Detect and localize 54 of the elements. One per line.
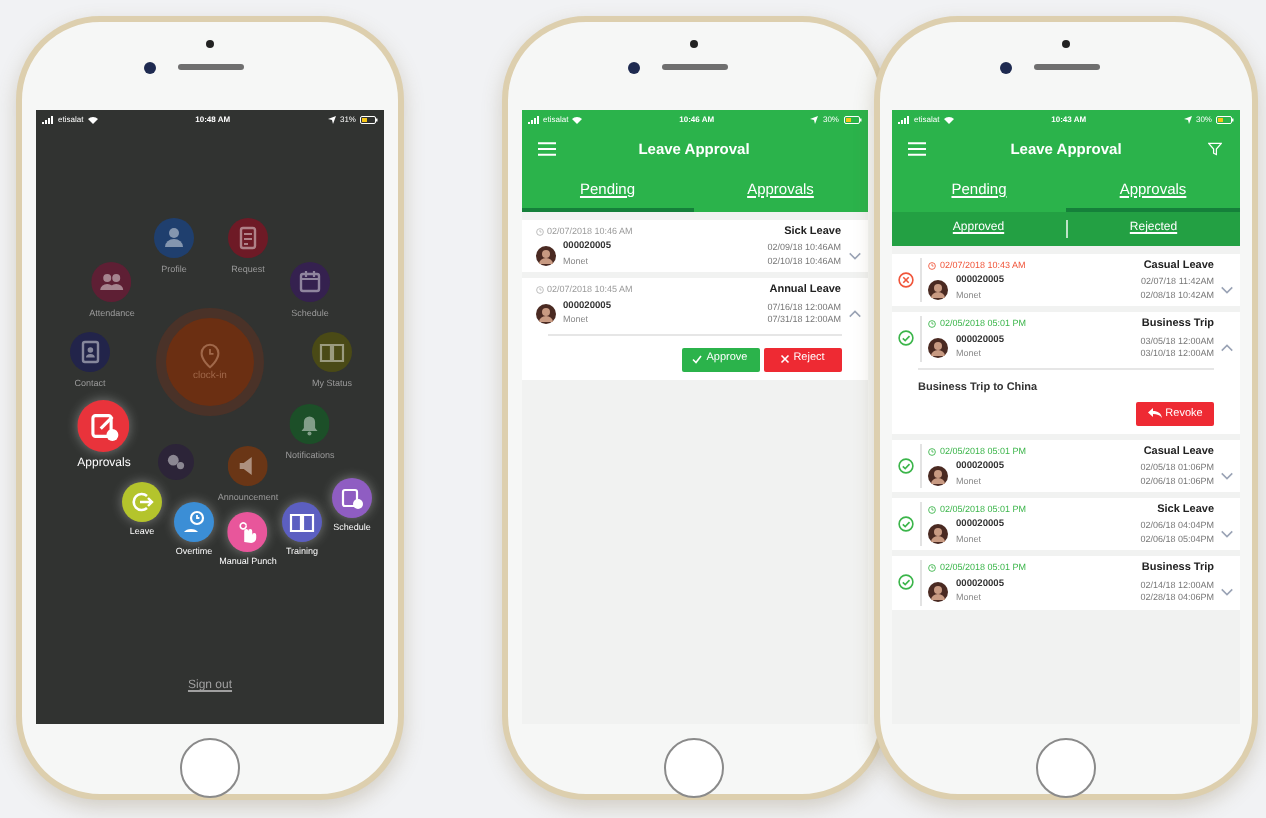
x-circle-icon bbox=[898, 272, 914, 289]
filter-icon[interactable] bbox=[1208, 142, 1222, 156]
speaker-grille bbox=[662, 64, 728, 70]
chevron-icon[interactable] bbox=[1220, 527, 1234, 540]
chevron-icon[interactable] bbox=[1220, 283, 1234, 296]
location-icon bbox=[327, 115, 336, 123]
check-circle-icon bbox=[898, 574, 914, 591]
wifi-icon bbox=[943, 115, 954, 123]
avatar-icon bbox=[535, 304, 555, 324]
chevron-icon[interactable] bbox=[1220, 342, 1234, 354]
check-circle-icon bbox=[898, 330, 914, 347]
clock-icon bbox=[928, 320, 936, 329]
front-camera bbox=[144, 62, 156, 74]
clock-icon bbox=[928, 447, 936, 456]
wifi-icon bbox=[572, 115, 583, 123]
chevron-icon[interactable] bbox=[1220, 469, 1234, 481]
location-clock-icon bbox=[196, 342, 224, 370]
clock-icon bbox=[928, 262, 936, 271]
home-button[interactable] bbox=[1036, 738, 1096, 798]
location-icon bbox=[810, 115, 819, 123]
clock-icon bbox=[928, 506, 936, 515]
chevron-icon[interactable] bbox=[847, 249, 861, 262]
reply-arrow-icon bbox=[1147, 408, 1162, 419]
location-icon bbox=[1183, 115, 1192, 123]
wifi-icon bbox=[87, 115, 98, 123]
menu-icon[interactable] bbox=[537, 142, 555, 156]
signal-icon bbox=[42, 115, 54, 123]
battery-icon bbox=[360, 115, 378, 123]
avatar-icon bbox=[928, 465, 948, 485]
speaker-grille bbox=[178, 64, 244, 70]
home-button[interactable] bbox=[180, 738, 240, 798]
avatar-icon bbox=[928, 523, 948, 544]
avatar-icon bbox=[928, 279, 948, 300]
speaker-grille bbox=[1034, 64, 1100, 70]
signal-icon bbox=[898, 115, 910, 123]
menu-icon[interactable] bbox=[908, 142, 926, 156]
close-icon bbox=[779, 354, 790, 364]
check-circle-icon bbox=[898, 457, 914, 474]
home-button[interactable] bbox=[664, 738, 724, 798]
clock-icon bbox=[535, 228, 543, 237]
avatar-icon bbox=[535, 245, 555, 266]
check-icon bbox=[692, 354, 703, 364]
battery-icon bbox=[843, 115, 861, 123]
chat-icon[interactable] bbox=[158, 444, 194, 480]
avatar-icon bbox=[928, 338, 948, 358]
avatar-icon bbox=[928, 582, 948, 602]
clock-icon bbox=[535, 286, 543, 295]
front-camera bbox=[628, 62, 640, 74]
check-circle-icon bbox=[898, 516, 914, 533]
chevron-icon[interactable] bbox=[847, 308, 861, 320]
front-camera bbox=[1000, 62, 1012, 74]
battery-icon bbox=[1216, 115, 1234, 123]
chevron-icon[interactable] bbox=[1220, 586, 1234, 598]
clock-icon bbox=[928, 564, 936, 573]
